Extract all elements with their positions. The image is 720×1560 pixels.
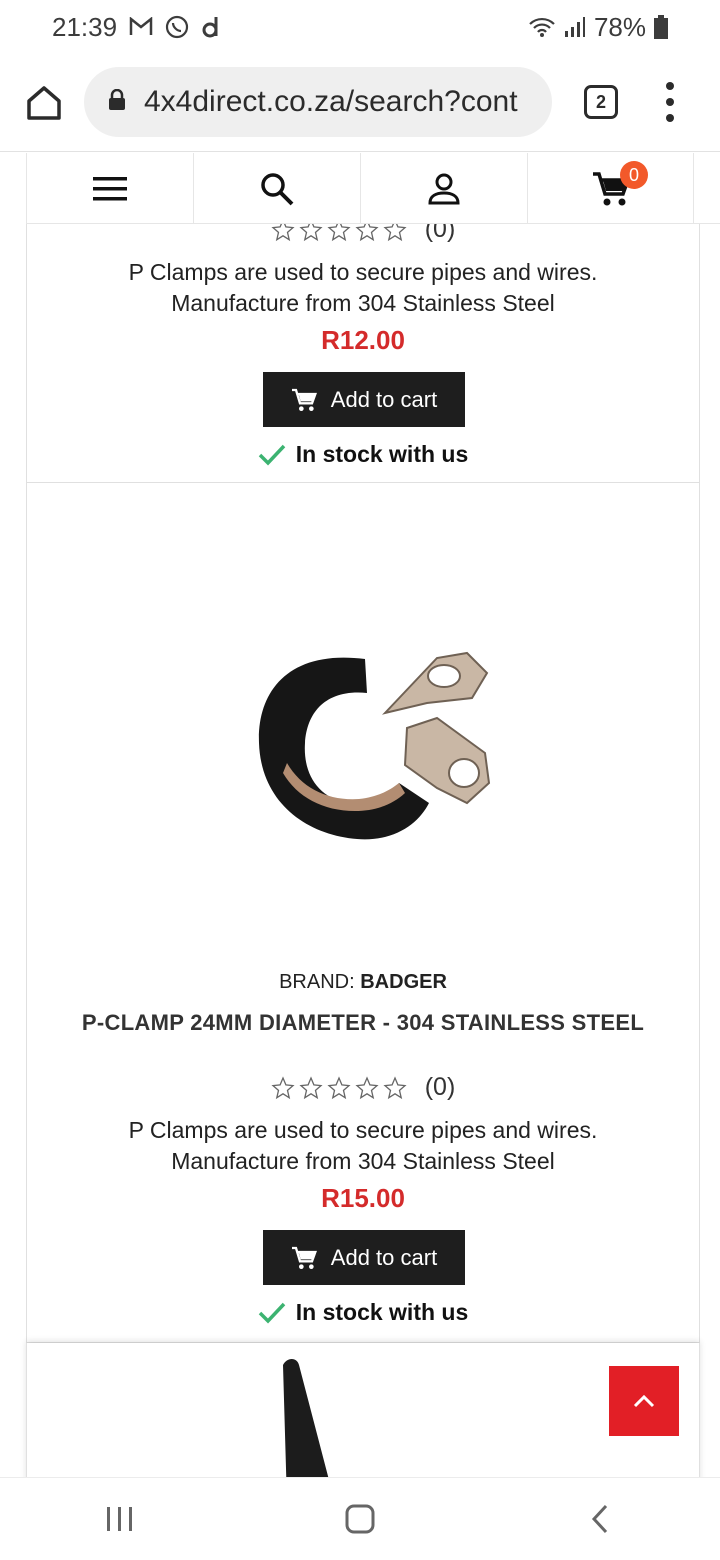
status-time: 21:39 bbox=[52, 11, 118, 42]
check-icon bbox=[258, 444, 286, 466]
add-to-cart-label: Add to cart bbox=[330, 386, 438, 412]
home-square-icon bbox=[345, 1504, 375, 1534]
signal-icon bbox=[564, 16, 586, 38]
star-outline-icon bbox=[355, 1075, 379, 1099]
nav-menu-button[interactable] bbox=[26, 153, 193, 224]
battery-icon bbox=[654, 15, 668, 39]
back-button[interactable] bbox=[570, 1489, 630, 1549]
brand-name[interactable]: BADGER bbox=[360, 971, 447, 993]
nav-cart-button[interactable]: 0 bbox=[527, 153, 694, 224]
android-nav-bar bbox=[0, 1477, 720, 1560]
tab-switcher-button[interactable]: 2 bbox=[584, 85, 618, 119]
cart-icon bbox=[291, 388, 317, 411]
recent-apps-icon bbox=[107, 1507, 132, 1531]
account-icon bbox=[428, 173, 460, 204]
scroll-to-top-button[interactable] bbox=[609, 1366, 679, 1436]
stock-status: In stock with us bbox=[27, 441, 699, 468]
cart-count-badge: 0 bbox=[620, 161, 648, 189]
product-price: R15.00 bbox=[321, 1183, 405, 1213]
recent-apps-button[interactable] bbox=[90, 1489, 150, 1549]
add-to-cart-button[interactable]: Add to cart bbox=[263, 1230, 465, 1285]
star-outline-icon bbox=[299, 1075, 323, 1099]
brand-label: BRAND: bbox=[279, 971, 355, 993]
menu-icon bbox=[93, 176, 127, 200]
lock-icon bbox=[108, 88, 126, 116]
product-image[interactable] bbox=[137, 553, 597, 903]
star-outline-icon bbox=[383, 1075, 407, 1099]
add-to-cart-button[interactable]: Add to cart bbox=[263, 372, 465, 427]
check-icon bbox=[258, 1302, 286, 1324]
address-bar[interactable]: 4x4direct.co.za/search?cont bbox=[84, 67, 552, 137]
brand-line: BRAND: BADGER bbox=[27, 971, 699, 994]
page-content: 0 (0) P Clamps are used to secure pipes … bbox=[0, 153, 720, 1477]
d-app-icon bbox=[201, 15, 221, 39]
whatsapp-icon bbox=[165, 15, 189, 39]
description-line: P Clamps are used to secure pipes and wi… bbox=[128, 1117, 598, 1143]
product-description: P Clamps are used to secure pipes and wi… bbox=[27, 257, 699, 319]
product-image[interactable] bbox=[247, 1353, 367, 1477]
cart-icon bbox=[291, 1246, 317, 1269]
stock-text: In stock with us bbox=[295, 441, 469, 467]
nav-account-button[interactable] bbox=[360, 153, 527, 224]
rating-stars: (0) bbox=[27, 1073, 699, 1102]
add-to-cart-label: Add to cart bbox=[330, 1244, 438, 1270]
home-button[interactable] bbox=[330, 1489, 390, 1549]
review-count[interactable]: (0) bbox=[425, 1073, 456, 1102]
product-title[interactable]: P-CLAMP 24MM DIAMETER - 304 STAINLESS ST… bbox=[27, 1010, 699, 1036]
url-text: 4x4direct.co.za/search?cont bbox=[144, 85, 518, 118]
description-line: P Clamps are used to secure pipes and wi… bbox=[128, 259, 598, 285]
back-chevron-icon bbox=[591, 1504, 608, 1534]
browser-menu-icon[interactable] bbox=[660, 82, 680, 122]
status-bar: 21:39 78% bbox=[0, 0, 720, 54]
wifi-icon bbox=[528, 16, 556, 38]
product-description: P Clamps are used to secure pipes and wi… bbox=[27, 1115, 699, 1177]
nav-search-button[interactable] bbox=[193, 153, 360, 224]
description-line: Manufacture from 304 Stainless Steel bbox=[171, 290, 555, 316]
description-line: Manufacture from 304 Stainless Steel bbox=[171, 1148, 555, 1174]
chevron-up-icon bbox=[633, 1394, 655, 1408]
browser-toolbar: 4x4direct.co.za/search?cont 2 bbox=[0, 54, 720, 152]
product-price: R12.00 bbox=[321, 325, 405, 355]
battery-percent: 78% bbox=[593, 11, 646, 42]
site-nav: 0 bbox=[26, 153, 720, 224]
stock-text: In stock with us bbox=[295, 1299, 469, 1325]
star-outline-icon bbox=[271, 1075, 295, 1099]
home-icon[interactable] bbox=[22, 81, 66, 125]
stock-status: In stock with us bbox=[27, 1299, 699, 1326]
gmail-icon bbox=[129, 17, 153, 37]
product-card bbox=[26, 1343, 700, 1477]
product-card: BRAND: BADGER P-CLAMP 24MM DIAMETER - 30… bbox=[26, 483, 700, 1343]
search-icon bbox=[261, 172, 294, 205]
star-outline-icon bbox=[327, 1075, 351, 1099]
